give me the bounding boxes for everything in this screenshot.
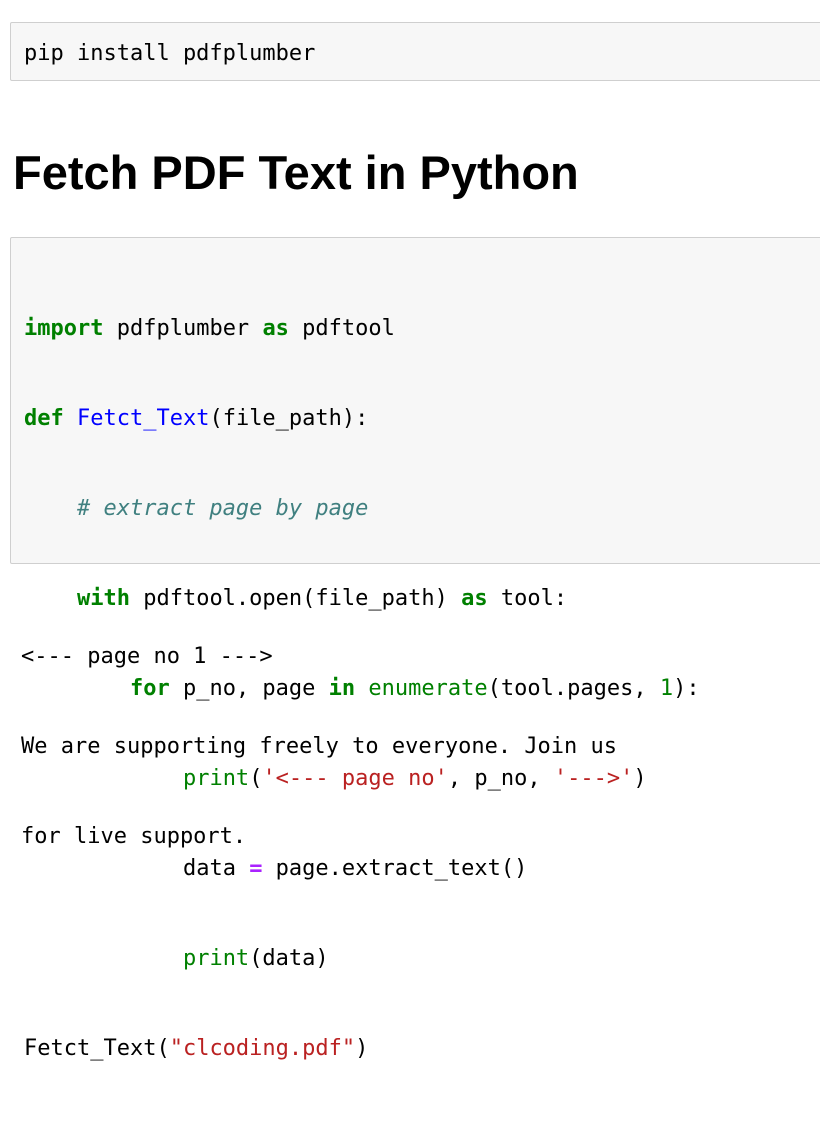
code-token: (data) <box>249 946 329 971</box>
code-line-2: def Fetct_Text(file_path): <box>24 404 700 434</box>
code-line-3: # extract page by page <box>24 494 700 524</box>
pip-install-command: pip install pdfplumber <box>24 41 316 66</box>
output-line: for live support. <box>21 824 247 849</box>
function-call-name: Fetct_Text <box>24 1036 157 1061</box>
function-name: Fetct_Text <box>77 406 210 431</box>
keyword-def: def <box>24 406 64 431</box>
page-heading: Fetch PDF Text in Python <box>13 146 579 199</box>
code-token: (file_path): <box>209 406 369 431</box>
code-token: ) <box>633 766 647 791</box>
cell-output: <--- page no 1 ---> We are supporting fr… <box>21 582 617 882</box>
code-line-9: Fetct_Text("clcoding.pdf") <box>24 1034 700 1064</box>
code-comment: # extract page by page <box>76 496 369 521</box>
keyword-as: as <box>262 316 289 341</box>
code-cell[interactable]: import pdfplumber as pdftool def Fetct_T… <box>10 237 820 1061</box>
code-number: 1 <box>659 676 674 701</box>
pip-install-cell[interactable]: pip install pdfplumber <box>10 22 820 81</box>
keyword-import: import <box>24 316 104 341</box>
code-line-1: import pdfplumber as pdftool <box>24 314 700 344</box>
code-line-8: print(data) <box>24 944 700 974</box>
code-token: ( <box>156 1036 170 1061</box>
output-line: We are supporting freely to everyone. Jo… <box>21 734 618 759</box>
code-string: "clcoding.pdf" <box>169 1036 356 1061</box>
output-line: <--- page no 1 ---> <box>21 644 273 669</box>
code-token: ): <box>673 676 700 701</box>
builtin-print: print <box>182 946 250 971</box>
code-token: ) <box>355 1036 369 1061</box>
code-token: pdftool <box>288 316 395 341</box>
code-token: pdfplumber <box>103 316 263 341</box>
